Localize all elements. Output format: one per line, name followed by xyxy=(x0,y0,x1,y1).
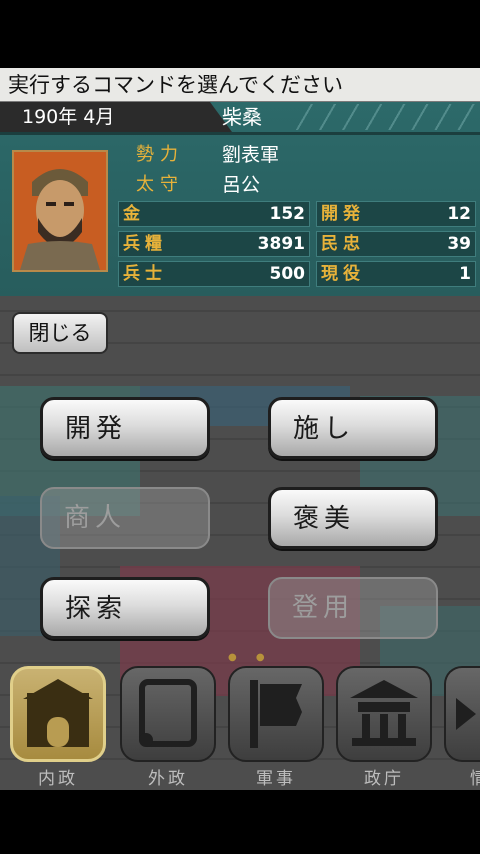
stat-value: 3891 xyxy=(257,234,305,254)
stat-label: 兵糧 xyxy=(123,234,167,254)
nav-domestic-label: 内政 xyxy=(38,769,78,789)
castle-gate-icon xyxy=(23,679,93,747)
stat-value: 500 xyxy=(269,264,306,284)
stat-label: 開発 xyxy=(321,204,365,224)
stat-value: 39 xyxy=(447,234,471,254)
stat-gold: 金 152 xyxy=(118,201,310,227)
banner-flag-icon xyxy=(250,680,302,748)
governor-label: 太守 xyxy=(136,174,184,195)
nav-intel-tab[interactable] xyxy=(444,666,480,762)
header-stripes xyxy=(290,104,480,130)
governor-portrait xyxy=(12,150,108,272)
command-merchant-button: 商人 xyxy=(40,487,210,549)
stat-label: 兵士 xyxy=(123,264,167,284)
page-indicator: ● ● xyxy=(228,652,273,663)
date-display: 190年 4月 xyxy=(0,102,232,132)
nav-military-tab[interactable] xyxy=(228,666,324,762)
stat-value: 152 xyxy=(269,204,306,224)
stat-label: 民忠 xyxy=(321,234,365,254)
government-hall-icon xyxy=(350,680,418,746)
stat-value: 1 xyxy=(459,264,471,284)
city-name: 柴桑 xyxy=(222,105,262,129)
close-button[interactable]: 閉じる xyxy=(12,312,108,354)
stat-active-officers: 現役 1 xyxy=(316,261,476,287)
command-reward-button[interactable]: 褒美 xyxy=(268,487,438,549)
panel-divider xyxy=(0,132,480,135)
nav-diplomacy-label: 外政 xyxy=(148,769,188,789)
nav-military-label: 軍事 xyxy=(256,769,296,789)
nav-domestic-tab[interactable] xyxy=(10,666,106,762)
nav-government-label: 政庁 xyxy=(364,769,404,789)
faction-value: 劉表軍 xyxy=(222,144,280,166)
stat-soldiers: 兵士 500 xyxy=(118,261,310,287)
command-recruit-button: 登用 xyxy=(268,577,438,639)
nav-government-tab[interactable] xyxy=(336,666,432,762)
command-search-button[interactable]: 探索 xyxy=(40,577,210,639)
intel-icon xyxy=(456,698,476,730)
stat-loyalty: 民忠 39 xyxy=(316,231,476,257)
command-develop-button[interactable]: 開発 xyxy=(40,397,210,459)
faction-label: 勢力 xyxy=(136,144,184,165)
stat-label: 金 xyxy=(123,204,145,224)
scroll-icon xyxy=(139,679,197,747)
command-prompt: 実行するコマンドを選んでください xyxy=(0,68,480,102)
stat-development: 開発 12 xyxy=(316,201,476,227)
command-charity-button[interactable]: 施し xyxy=(268,397,438,459)
nav-diplomacy-tab[interactable] xyxy=(120,666,216,762)
stat-provisions: 兵糧 3891 xyxy=(118,231,310,257)
stat-label: 現役 xyxy=(321,264,365,284)
governor-value: 呂公 xyxy=(222,174,261,196)
stat-value: 12 xyxy=(447,204,471,224)
nav-intel-label: 情 xyxy=(444,764,480,789)
